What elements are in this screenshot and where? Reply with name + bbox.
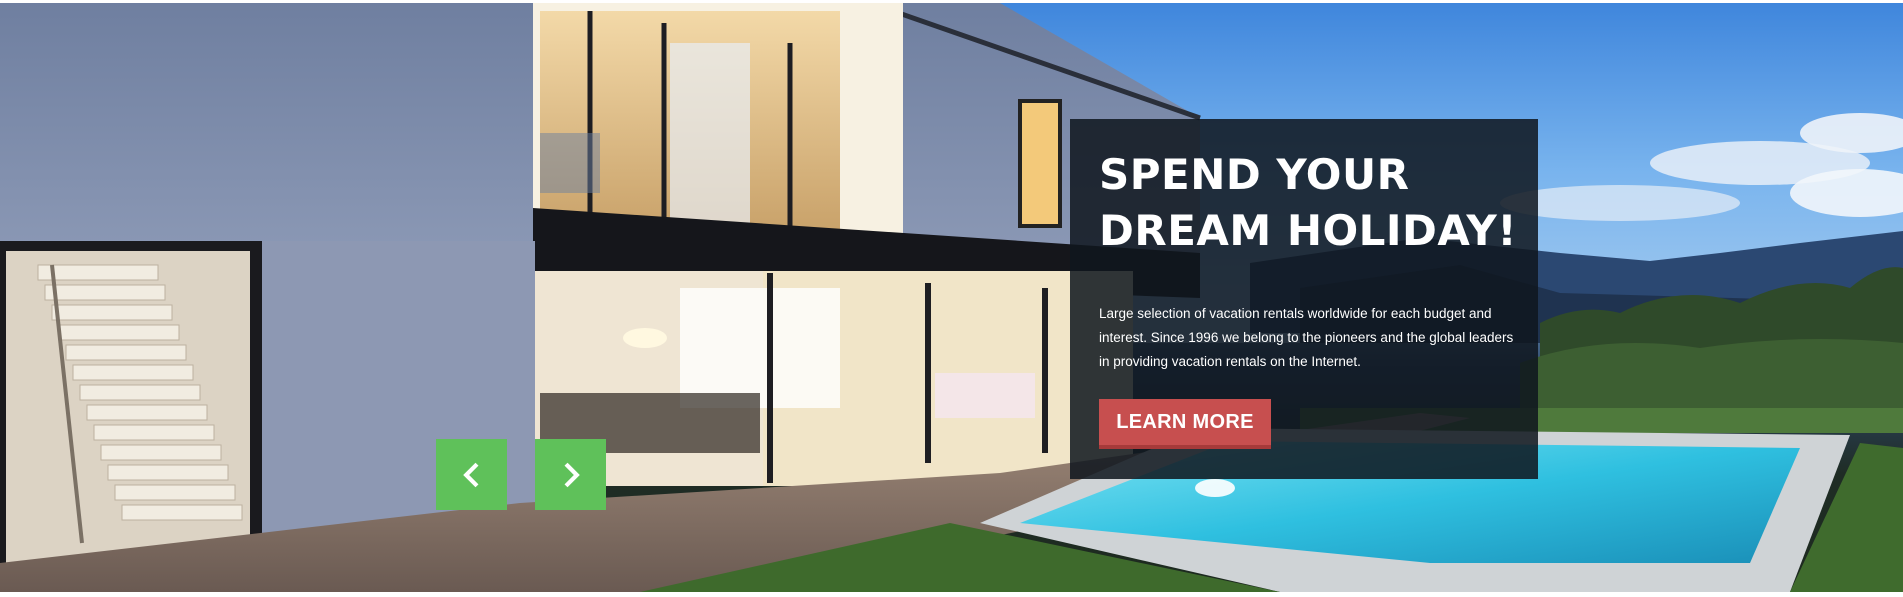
chevron-right-icon <box>564 462 580 487</box>
chevron-left-icon <box>462 462 478 487</box>
slider-prev-button[interactable] <box>436 439 507 510</box>
hero-headline-line-1: SPEND YOUR <box>1099 150 1410 199</box>
learn-more-button[interactable]: LEARN MORE <box>1099 399 1271 449</box>
slider-next-button[interactable] <box>535 439 606 510</box>
hero-headline: SPEND YOUR DREAM HOLIDAY! <box>1099 147 1517 259</box>
hero-headline-line-2: DREAM HOLIDAY! <box>1099 206 1517 255</box>
hero-description: Large selection of vacation rentals worl… <box>1099 306 1514 369</box>
hero-slider: SPEND YOUR DREAM HOLIDAY! Large selectio… <box>0 3 1903 592</box>
hero-background-image <box>0 3 1903 592</box>
hero-caption-panel: SPEND YOUR DREAM HOLIDAY! Large selectio… <box>1070 119 1538 479</box>
